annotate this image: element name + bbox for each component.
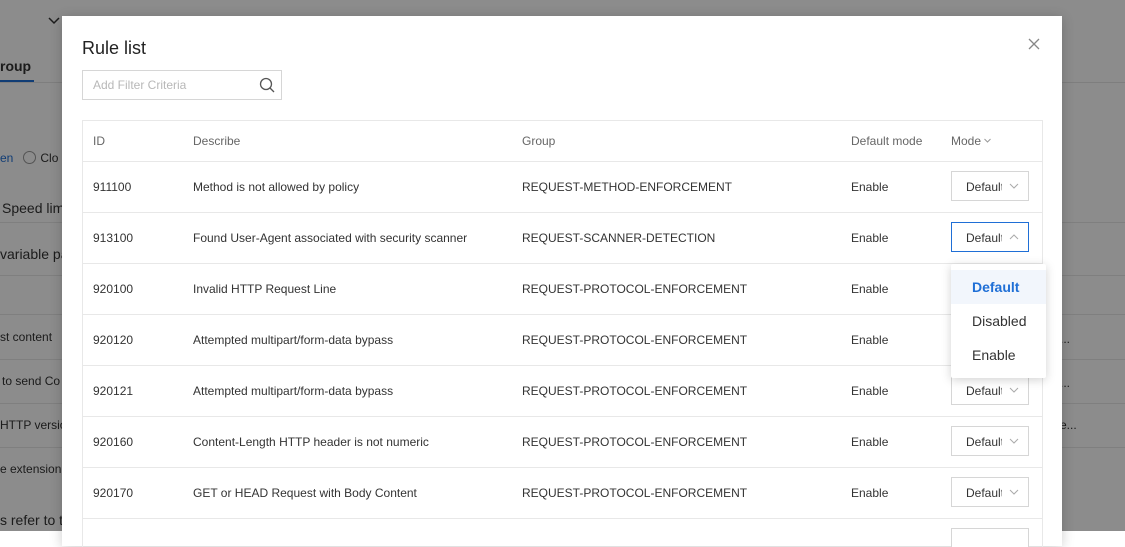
mode-select-value: Default (966, 384, 1002, 398)
column-header-mode-label: Mode (951, 134, 982, 148)
chevron-up-icon (1008, 231, 1020, 243)
cell-default-mode: Enable (851, 435, 889, 449)
mode-select-value: Default (966, 180, 1002, 194)
chevron-down-icon (1008, 384, 1020, 396)
mode-select-open[interactable]: Default (951, 222, 1029, 252)
cell-default-mode: Enable (851, 180, 889, 194)
mode-select-value: Default (966, 486, 1002, 500)
search-box (82, 70, 282, 100)
chevron-down-icon (1008, 435, 1020, 447)
cell-id: 920100 (93, 282, 134, 296)
cell-describe: Attempted multipart/form-data bypass (193, 384, 394, 398)
cell-describe: Invalid HTTP Request Line (193, 282, 337, 296)
cell-describe: Found User-Agent associated with securit… (193, 231, 468, 245)
column-header-id: ID (93, 134, 105, 148)
cell-describe: Content-Length HTTP header is not numeri… (193, 435, 429, 449)
cell-id: 913100 (93, 231, 134, 245)
mode-select[interactable]: Default (951, 477, 1029, 507)
cell-group: REQUEST-SCANNER-DETECTION (522, 231, 716, 245)
cell-group: REQUEST-METHOD-ENFORCEMENT (522, 180, 732, 194)
cell-default-mode: Enable (851, 333, 889, 347)
rule-table: ID Describe Group Default mode Mode 9111… (82, 120, 1043, 547)
mode-select[interactable]: Default (951, 426, 1029, 456)
table-row (83, 519, 1042, 547)
cell-group: REQUEST-PROTOCOL-ENFORCEMENT (522, 486, 748, 500)
table-row: 920160 Content-Length HTTP header is not… (83, 417, 1042, 468)
cell-default-mode: Enable (851, 231, 889, 245)
chevron-down-icon (1008, 180, 1020, 192)
dropdown-option-label: Default (972, 279, 1020, 295)
cell-default-mode: Enable (851, 486, 889, 500)
search-icon[interactable] (259, 77, 275, 93)
table-header: ID Describe Group Default mode Mode (83, 121, 1042, 162)
table-row: 920170 GET or HEAD Request with Body Con… (83, 468, 1042, 519)
table-row: 913100 Found User-Agent associated with … (83, 213, 1042, 264)
mode-select[interactable]: Default (951, 375, 1029, 405)
chevron-down-icon[interactable] (983, 134, 992, 143)
modal-title: Rule list (82, 38, 147, 58)
mode-select-value: Default (966, 435, 1002, 449)
cell-group: REQUEST-PROTOCOL-ENFORCEMENT (522, 333, 748, 347)
column-header-mode[interactable]: Mode (951, 134, 992, 148)
dropdown-option-disabled[interactable]: Disabled (951, 304, 1046, 338)
table-row: 911100 Method is not allowed by policy R… (83, 162, 1042, 213)
dropdown-option-default[interactable]: Default (951, 270, 1046, 304)
mode-select-value: Default (966, 231, 1002, 245)
cell-group: REQUEST-PROTOCOL-ENFORCEMENT (522, 435, 748, 449)
cell-describe: Attempted multipart/form-data bypass (193, 333, 394, 347)
dropdown-option-label: Disabled (972, 313, 1027, 329)
cell-default-mode: Enable (851, 282, 889, 296)
cell-describe: Method is not allowed by policy (193, 180, 360, 194)
dropdown-option-enable[interactable]: Enable (951, 338, 1046, 372)
cell-id: 920121 (93, 384, 134, 398)
chevron-down-icon (1008, 486, 1020, 498)
search-input[interactable] (83, 71, 253, 99)
cell-id: 920170 (93, 486, 134, 500)
table-row: 920120 Attempted multipart/form-data byp… (83, 315, 1042, 366)
cell-default-mode: Enable (851, 384, 889, 398)
close-icon[interactable] (1024, 34, 1044, 54)
table-row: 920100 Invalid HTTP Request Line REQUEST… (83, 264, 1042, 315)
dropdown-option-label: Enable (972, 347, 1016, 363)
column-header-default-mode: Default mode (851, 134, 923, 148)
table-row: 920121 Attempted multipart/form-data byp… (83, 366, 1042, 417)
cell-id: 920160 (93, 435, 134, 449)
mode-select[interactable]: Default (951, 171, 1029, 201)
column-header-describe: Describe (193, 134, 241, 148)
rule-list-modal: Rule list ID Describe Group Default mode… (62, 16, 1062, 547)
cell-group: REQUEST-PROTOCOL-ENFORCEMENT (522, 282, 748, 296)
mode-dropdown-menu: Default Disabled Enable (951, 264, 1046, 378)
cell-id: 920120 (93, 333, 134, 347)
cell-id: 911100 (93, 180, 132, 194)
cell-describe: GET or HEAD Request with Body Content (193, 486, 417, 500)
column-header-group: Group (522, 134, 556, 148)
cell-group: REQUEST-PROTOCOL-ENFORCEMENT (522, 384, 748, 398)
